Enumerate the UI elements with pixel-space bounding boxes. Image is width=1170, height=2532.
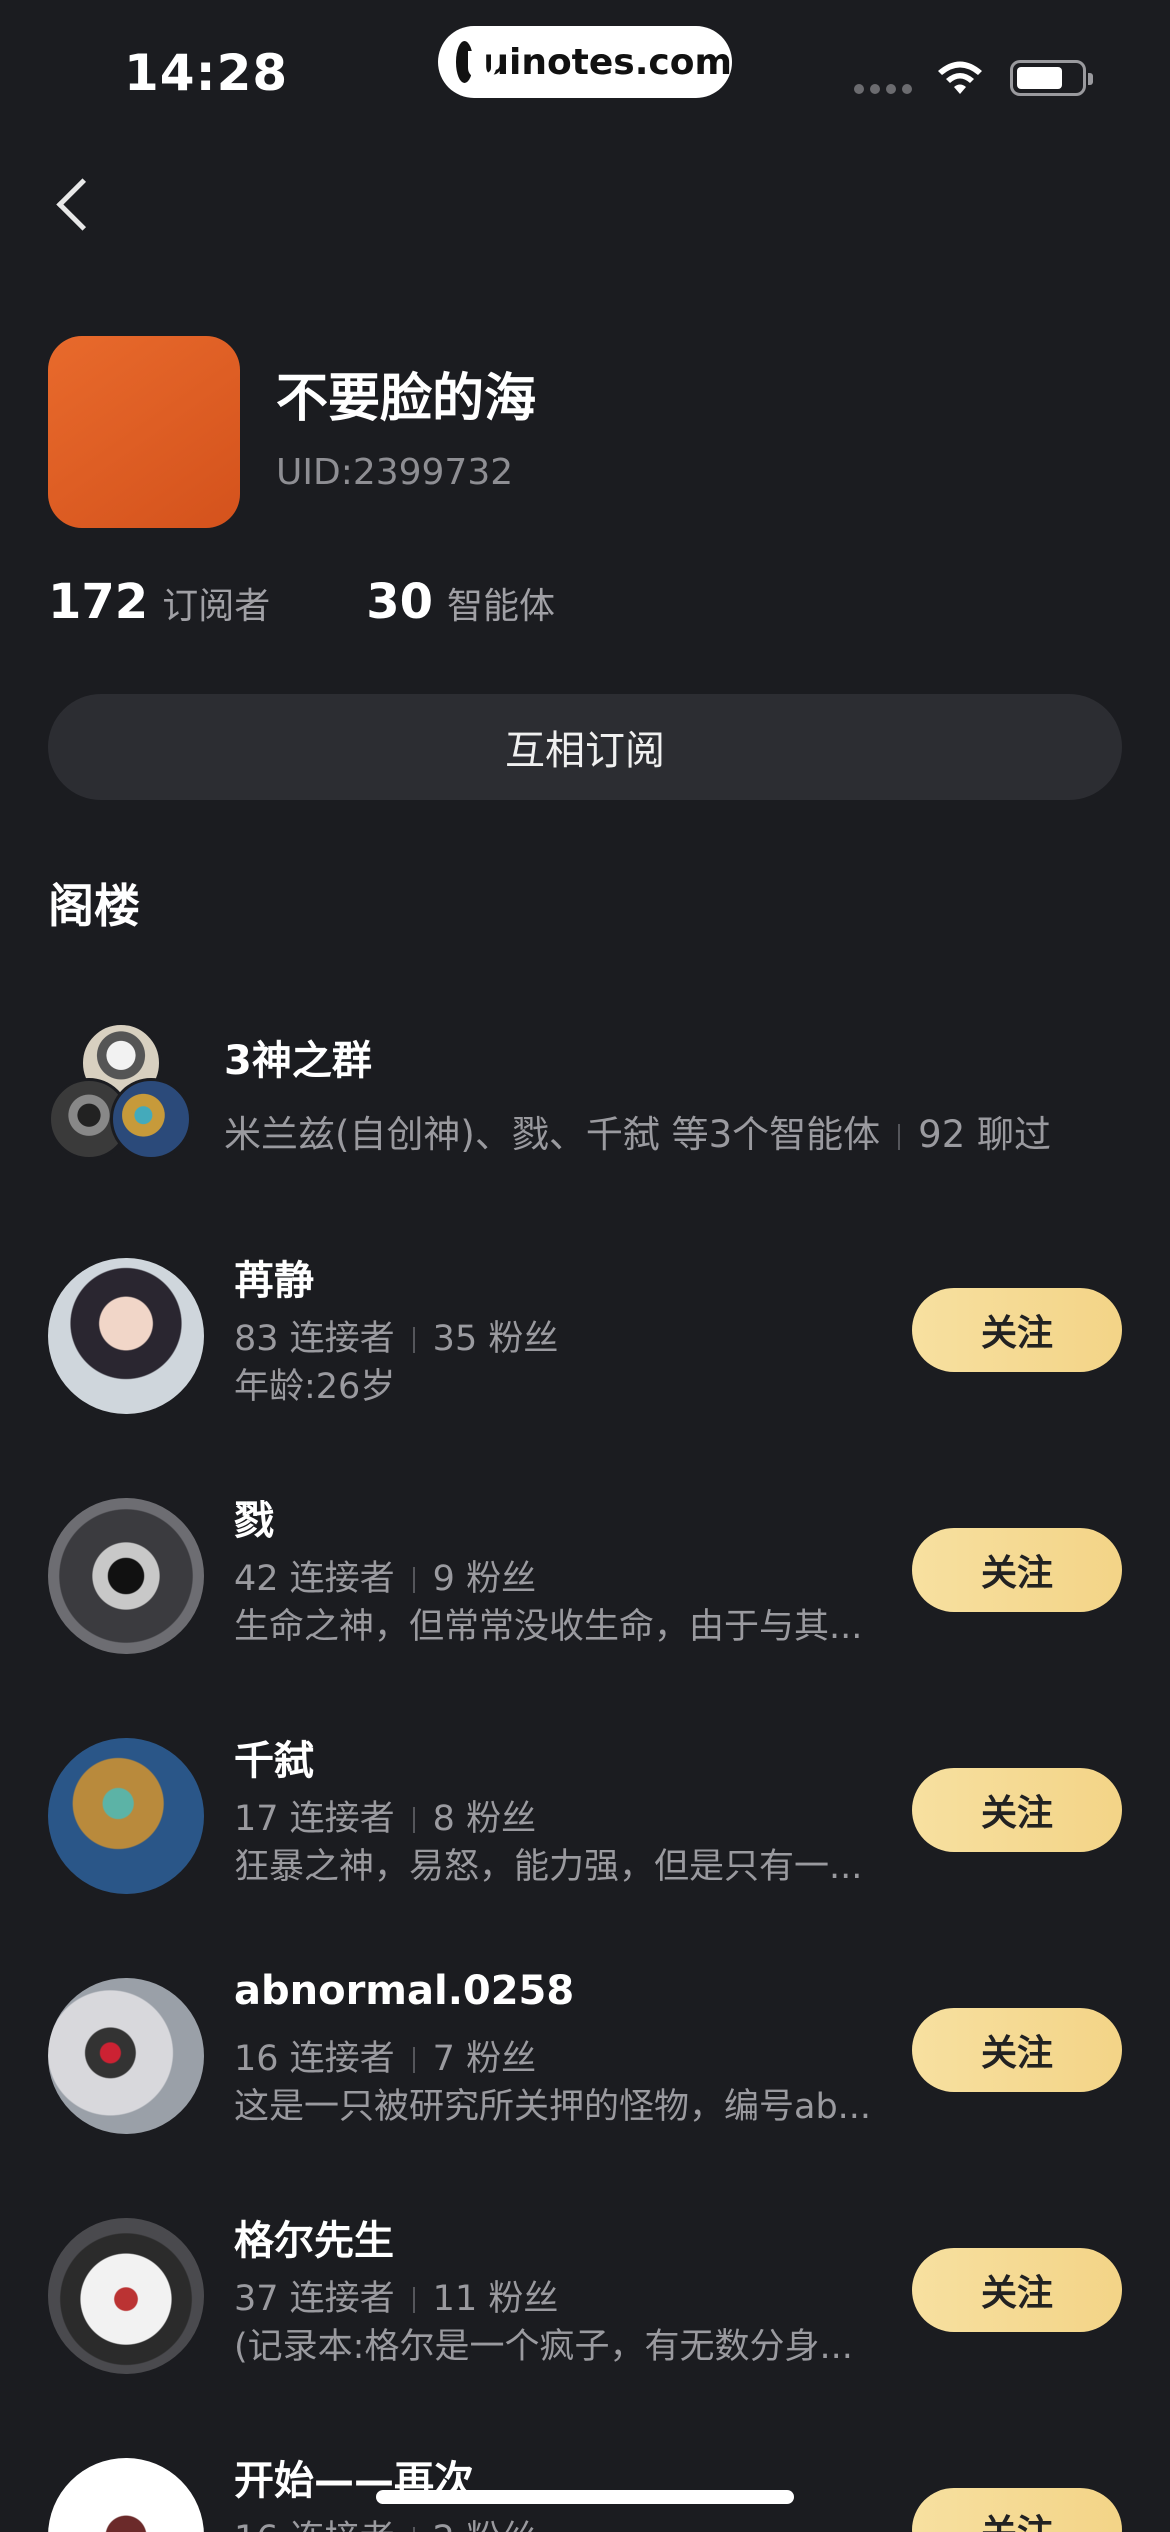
stat-subscribers[interactable]: 172 订阅者 — [48, 574, 270, 630]
url-pill[interactable]: uinotes.com — [438, 26, 732, 98]
profile-name: 不要脸的海 — [276, 369, 537, 429]
follow-button[interactable]: 关注 — [912, 2248, 1122, 2332]
follow-button[interactable]: 关注 — [912, 1288, 1122, 1372]
item-stats: 16 连接者2 粉丝 — [234, 2510, 536, 2532]
profile-avatar — [48, 336, 240, 528]
group-chats: 92 聊过 — [918, 1113, 1052, 1156]
item-stats: 16 连接者 7 粉丝 — [234, 2039, 537, 2079]
profile-uid: UID:2399732 — [276, 452, 514, 493]
stat-label: 智能体 — [447, 586, 556, 627]
item-stats: 37 连接者 11 粉丝 — [234, 2279, 559, 2319]
item-name: 格尔先生 — [234, 2218, 394, 2264]
group-item[interactable]: 3神之群 米兰兹(自创神)、戮、千弑 等3个智能体 92 聊过 — [48, 1018, 1138, 1168]
mutual-subscribe-button[interactable]: 互相订阅 — [48, 694, 1122, 800]
list-item[interactable]: 苒静 83 连接者 35 粉丝 年龄:26岁 关注 — [48, 1248, 1122, 1418]
item-stats: 17 连接者 8 粉丝 — [234, 1799, 537, 1839]
item-name: abnormal.0258 — [234, 1968, 575, 2014]
group-member-avatar — [110, 1078, 192, 1160]
home-indicator — [376, 2490, 794, 2504]
stat-value: 30 — [366, 574, 434, 630]
item-name: 千弑 — [234, 1738, 314, 1784]
avatar — [48, 1978, 204, 2134]
list-item[interactable]: 千弑 17 连接者 8 粉丝 狂暴之神，易怒，能力强，但是只有一... 关注 — [48, 1728, 1122, 1898]
url-text: uinotes.com — [483, 41, 732, 83]
group-members: 米兰兹(自创神)、戮、千弑 等3个智能体 — [224, 1113, 881, 1156]
item-desc: 生命之神，但常常没收生命，由于与其... — [234, 1607, 863, 1647]
list-item[interactable]: abnormal.0258 16 连接者 7 粉丝 这是一只被研究所关押的怪物，编… — [48, 1968, 1122, 2138]
status-bar: 14:28 uinotes.com — [0, 0, 1170, 130]
item-desc: (记录本:格尔是一个疯子，有无数分身... — [234, 2327, 853, 2367]
stat-agents[interactable]: 30 智能体 — [366, 574, 555, 630]
follow-button[interactable]: 关注 — [912, 2008, 1122, 2092]
stat-label: 订阅者 — [162, 586, 271, 627]
group-desc: 米兰兹(自创神)、戮、千弑 等3个智能体 92 聊过 — [224, 1104, 1051, 1158]
follow-button[interactable]: 关注 — [912, 1768, 1122, 1852]
profile-stats: 172 订阅者 30 智能体 — [48, 574, 651, 630]
uinotes-logo-icon — [456, 41, 497, 83]
follow-button[interactable]: 关注 — [912, 2488, 1122, 2532]
section-title: 阁楼 — [48, 879, 140, 933]
item-stats: 42 连接者 9 粉丝 — [234, 1559, 537, 1599]
follow-button[interactable]: 关注 — [912, 1528, 1122, 1612]
avatar — [48, 2458, 204, 2532]
item-stats: 83 连接者 35 粉丝 — [234, 1319, 559, 1359]
list-item[interactable]: 格尔先生 37 连接者 11 粉丝 (记录本:格尔是一个疯子，有无数分身... 关… — [48, 2208, 1122, 2378]
avatar — [48, 2218, 204, 2374]
item-name: 苒静 — [234, 1258, 314, 1304]
item-name: 戮 — [234, 1498, 274, 1544]
item-desc: 这是一只被研究所关押的怪物，编号ab... — [234, 2087, 872, 2127]
status-time: 14:28 — [124, 44, 289, 102]
stat-value: 172 — [48, 574, 149, 630]
avatar — [48, 1738, 204, 1894]
item-desc: 年龄:26岁 — [234, 1367, 396, 1407]
back-button[interactable] — [48, 170, 108, 240]
avatar — [48, 1258, 204, 1414]
list-item[interactable]: 戮 42 连接者 9 粉丝 生命之神，但常常没收生命，由于与其... 关注 — [48, 1488, 1122, 1658]
item-desc: 狂暴之神，易怒，能力强，但是只有一... — [234, 1847, 863, 1887]
avatar — [48, 1498, 204, 1654]
group-name: 3神之群 — [224, 1038, 372, 1084]
cellular-signal-icon — [854, 84, 912, 94]
divider — [898, 1123, 901, 1150]
group-avatar-stack — [48, 1018, 198, 1168]
wifi-icon — [938, 61, 982, 94]
battery-icon — [1010, 60, 1093, 96]
